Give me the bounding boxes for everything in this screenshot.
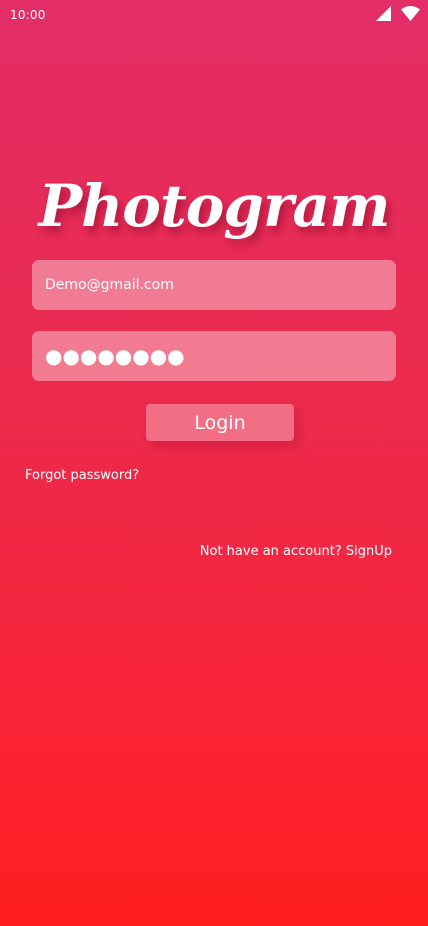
status-time: 10:00 xyxy=(10,8,46,22)
email-input[interactable] xyxy=(32,260,396,310)
app-logo-title: Photogram xyxy=(38,172,390,240)
status-bar: 10:00 xyxy=(0,0,428,32)
password-field[interactable]: ●●●●●●●● xyxy=(32,331,396,381)
email-field[interactable] xyxy=(32,260,396,310)
wifi-icon xyxy=(401,5,420,21)
forgot-password-link[interactable]: Forgot password? xyxy=(25,468,139,483)
signup-link[interactable]: Not have an account? SignUp xyxy=(200,544,392,559)
login-button[interactable]: Login xyxy=(146,404,294,441)
status-icons xyxy=(376,4,420,22)
cellular-signal-icon xyxy=(376,5,391,21)
password-input[interactable] xyxy=(32,331,396,381)
